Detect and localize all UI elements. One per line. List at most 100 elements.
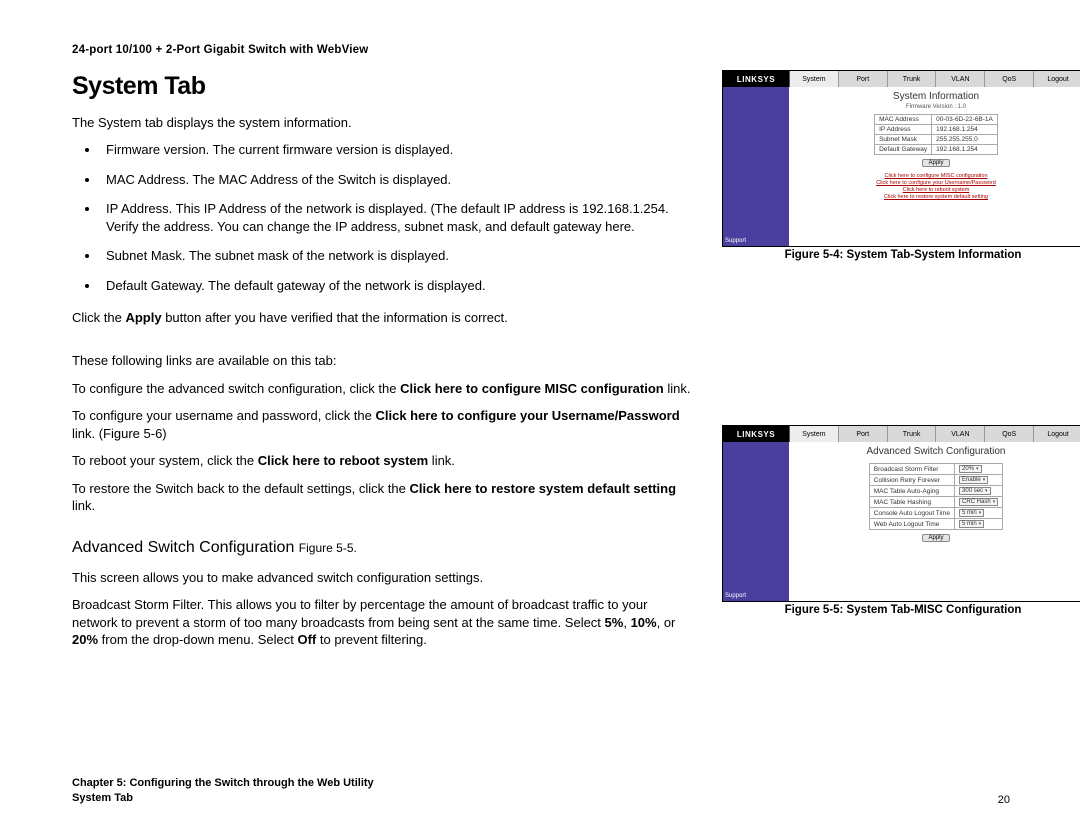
- text: To reboot your system, click the: [72, 453, 258, 468]
- tab-logout[interactable]: Logout: [1034, 426, 1080, 442]
- tab-vlan[interactable]: VLAN: [936, 71, 985, 87]
- text: to prevent filtering.: [316, 632, 427, 647]
- table-row: Web Auto Logout Time 5 min: [869, 519, 1002, 530]
- tab-port[interactable]: Port: [839, 426, 888, 442]
- sysinfo-table: MAC Address00-03-6D-22-6B-1A IP Address1…: [874, 114, 998, 155]
- footer-chapter: Chapter 5: Configuring the Switch throug…: [72, 776, 374, 791]
- right-column: LINKSYS System Port Trunk VLAN QoS Logou…: [722, 70, 1080, 659]
- cell-key: Collision Retry Forever: [869, 475, 954, 486]
- text: To restore the Switch back to the defaul…: [72, 481, 409, 496]
- footer-left: Chapter 5: Configuring the Switch throug…: [72, 776, 374, 806]
- list-item: MAC Address. The MAC Address of the Swit…: [100, 171, 692, 189]
- table-row: Default Gateway192.168.1.254: [875, 145, 998, 155]
- subheading-main: Advanced Switch Configuration: [72, 539, 299, 556]
- cell-val[interactable]: 255.255.255.0: [932, 135, 998, 145]
- restore-default-link[interactable]: Click here to restore system default set…: [876, 194, 996, 201]
- sidebar-support[interactable]: Support: [723, 236, 789, 246]
- text: To configure your username and password,…: [72, 408, 376, 423]
- tab-vlan[interactable]: VLAN: [936, 426, 985, 442]
- figure-caption: Figure 5-5: System Tab-MISC Configuratio…: [722, 604, 1080, 616]
- tab-port[interactable]: Port: [839, 71, 888, 87]
- cell-val: Enable: [955, 475, 1003, 486]
- cell-key: MAC Table Auto-Aging: [869, 486, 954, 497]
- table-row: MAC Table HashingCRC Hash: [869, 497, 1002, 508]
- table-row: IP Address192.168.1.254: [875, 125, 998, 135]
- broadcast-filter-select[interactable]: 20%: [959, 465, 982, 473]
- misc-config-link[interactable]: Click here to configure MISC configurati…: [876, 173, 996, 180]
- cell-val[interactable]: 192.168.1.254: [932, 145, 998, 155]
- link-line: To configure your username and password,…: [72, 407, 692, 442]
- sidebar-support[interactable]: Support: [723, 591, 789, 601]
- tab-qos[interactable]: QoS: [985, 426, 1034, 442]
- linksys-logo: LINKSYS: [723, 426, 790, 442]
- bullet-list: Firmware version. The current firmware v…: [72, 141, 692, 294]
- tab-trunk[interactable]: Trunk: [888, 426, 937, 442]
- collision-retry-select[interactable]: Enable: [959, 476, 988, 484]
- tab-trunk[interactable]: Trunk: [888, 71, 937, 87]
- cell-val: 5 min: [955, 519, 1003, 530]
- bold: Off: [297, 632, 316, 647]
- page-number: 20: [998, 794, 1010, 806]
- table-row: MAC Address00-03-6D-22-6B-1A: [875, 115, 998, 125]
- table-row: MAC Table Auto-Aging 300 sec: [869, 486, 1002, 497]
- apply-button[interactable]: Apply: [922, 534, 949, 542]
- text: link. (Figure 5-6): [72, 426, 167, 441]
- sub-heading: Advanced Switch Configuration Figure 5-5…: [72, 537, 692, 559]
- cell-key: MAC Address: [875, 115, 932, 125]
- ss-title: System Information: [893, 91, 979, 102]
- left-column: System Tab The System tab displays the s…: [72, 70, 692, 659]
- ss-body: Support Advanced Switch Configuration Br…: [723, 442, 1080, 601]
- cell-key: Web Auto Logout Time: [869, 519, 954, 530]
- mac-hashing-select[interactable]: CRC Hash: [959, 498, 998, 506]
- link-bold: Click here to configure your Username/Pa…: [376, 408, 680, 423]
- cell-key: Subnet Mask: [875, 135, 932, 145]
- table-row: Subnet Mask255.255.255.0: [875, 135, 998, 145]
- cell-val: 5 min: [955, 508, 1003, 519]
- figure-5-4-block: LINKSYS System Port Trunk VLAN QoS Logou…: [722, 70, 1080, 261]
- screenshot-sysinfo: LINKSYS System Port Trunk VLAN QoS Logou…: [722, 70, 1080, 247]
- figure-5-5-block: LINKSYS System Port Trunk VLAN QoS Logou…: [722, 425, 1080, 616]
- cell-val[interactable]: 192.168.1.254: [932, 125, 998, 135]
- misc-table: Broadcast Storm Filter20% Collision Retr…: [869, 463, 1003, 530]
- ss-sidebar: Support: [723, 87, 789, 246]
- link-bold: Click here to restore system default set…: [409, 481, 676, 496]
- text: link.: [664, 381, 691, 396]
- cell-val: CRC Hash: [955, 497, 1003, 508]
- ss-title: Advanced Switch Configuration: [867, 446, 1006, 457]
- links-intro: These following links are available on t…: [72, 352, 692, 370]
- ss-body: Support System Information Firmware Vers…: [723, 87, 1080, 246]
- page-footer: Chapter 5: Configuring the Switch throug…: [72, 776, 1010, 806]
- text: Broadcast Storm Filter. This allows you …: [72, 597, 647, 630]
- page-title: System Tab: [72, 70, 692, 104]
- list-item: Subnet Mask. The subnet mask of the netw…: [100, 247, 692, 265]
- apply-bold: Apply: [125, 310, 161, 325]
- intro-text: The System tab displays the system infor…: [72, 114, 692, 132]
- table-row: Collision Retry Forever Enable: [869, 475, 1002, 486]
- reboot-link[interactable]: Click here to reboot system: [876, 187, 996, 194]
- ss-sidebar: Support: [723, 442, 789, 601]
- tab-qos[interactable]: QoS: [985, 71, 1034, 87]
- web-logout-select[interactable]: 5 min: [959, 520, 984, 528]
- doc-header: 24-port 10/100 + 2-Port Gigabit Switch w…: [72, 44, 1010, 56]
- bold: 20%: [72, 632, 98, 647]
- tab-logout[interactable]: Logout: [1034, 71, 1080, 87]
- list-item: Firmware version. The current firmware v…: [100, 141, 692, 159]
- text: ,: [623, 615, 630, 630]
- apply-paragraph: Click the Apply button after you have ve…: [72, 309, 692, 327]
- bold: 5%: [605, 615, 624, 630]
- ss-links: Click here to configure MISC configurati…: [876, 173, 996, 202]
- cell-key: Default Gateway: [875, 145, 932, 155]
- tab-system[interactable]: System: [790, 426, 839, 442]
- console-logout-select[interactable]: 5 min: [959, 509, 984, 517]
- username-password-link[interactable]: Click here to configure your Username/Pa…: [876, 180, 996, 187]
- text: from the drop-down menu. Select: [98, 632, 297, 647]
- cell-val: 300 sec: [955, 486, 1003, 497]
- ss-topbar: LINKSYS System Port Trunk VLAN QoS Logou…: [723, 426, 1080, 442]
- adv-intro: This screen allows you to make advanced …: [72, 569, 692, 587]
- text: To configure the advanced switch configu…: [72, 381, 400, 396]
- link-line: To reboot your system, click the Click h…: [72, 452, 692, 470]
- linksys-logo: LINKSYS: [723, 71, 790, 87]
- mac-aging-select[interactable]: 300 sec: [959, 487, 991, 495]
- apply-button[interactable]: Apply: [922, 159, 949, 167]
- tab-system[interactable]: System: [790, 71, 839, 87]
